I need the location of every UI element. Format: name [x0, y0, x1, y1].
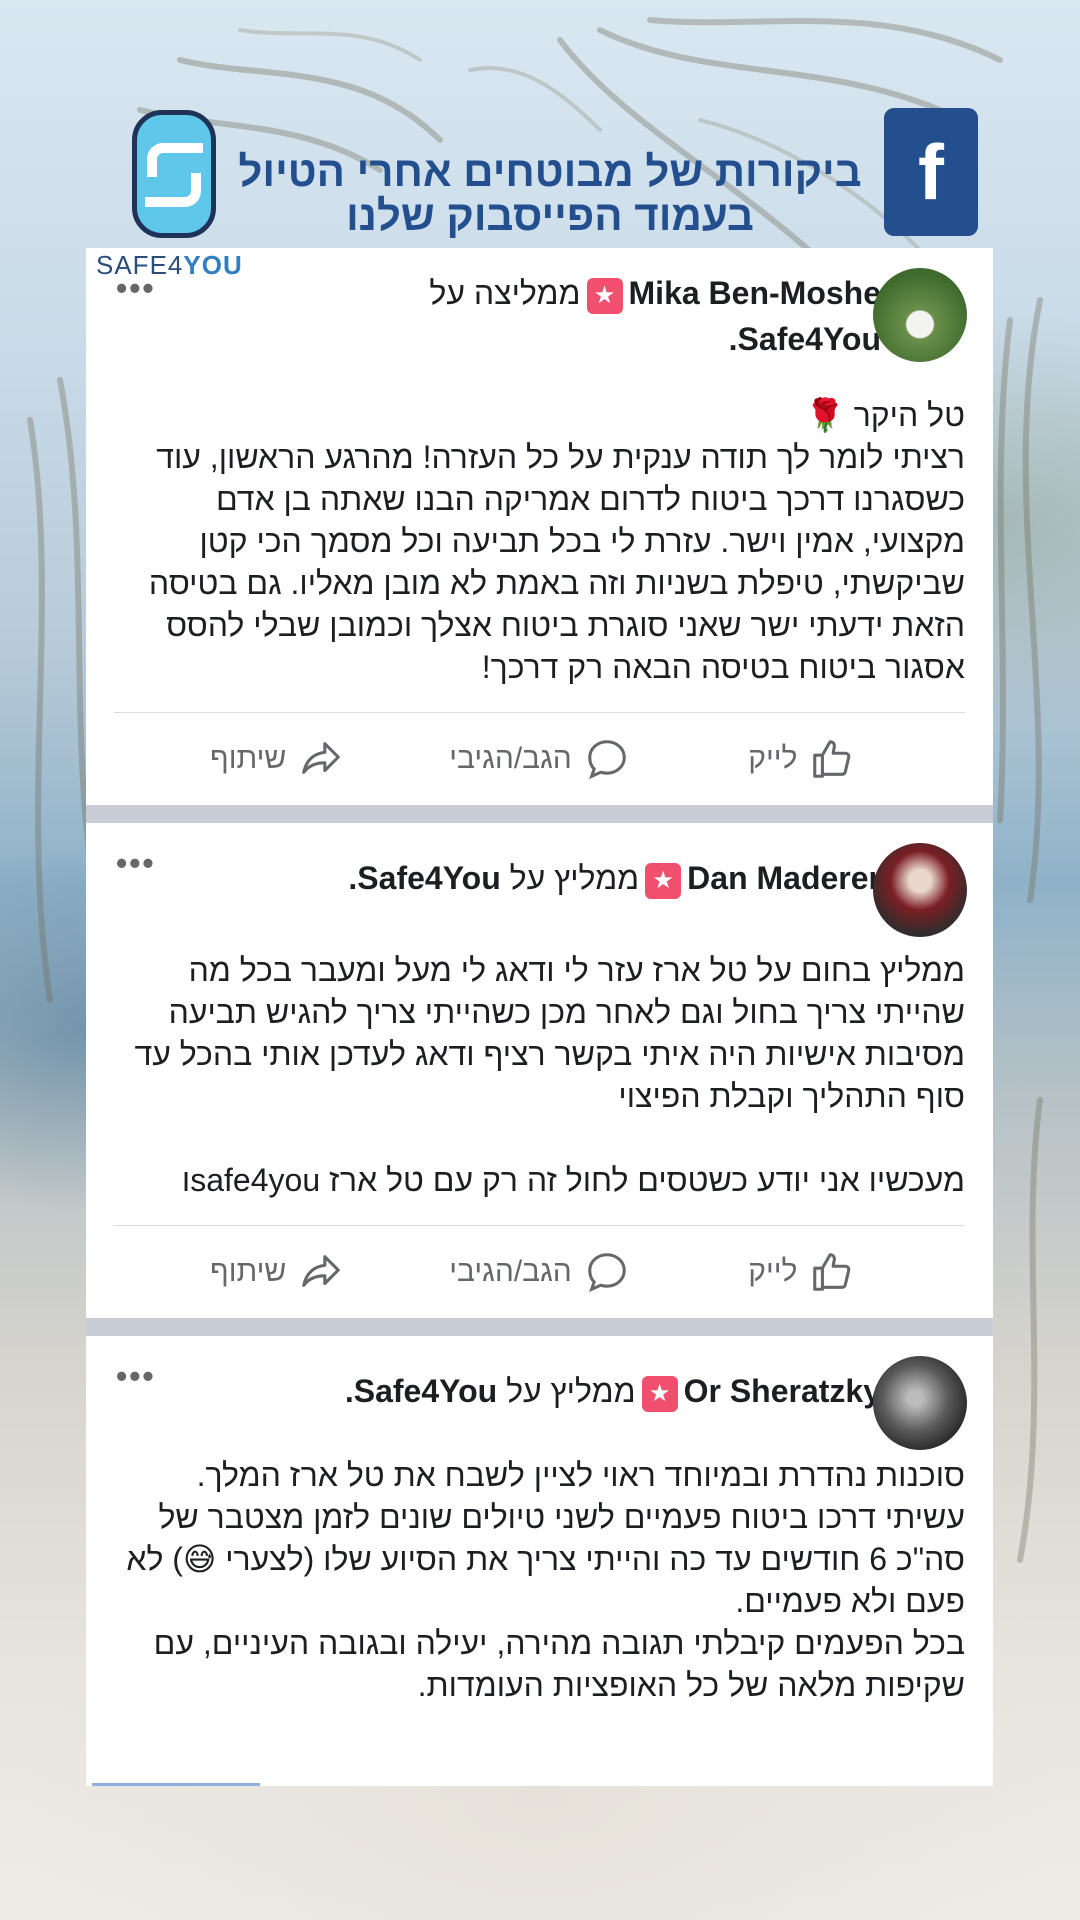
- post-paragraph-spacer: [114, 1117, 965, 1159]
- post-paragraph: סוכנות נהדרת ובמיוחד ראוי לציין לשבח את …: [126, 1457, 965, 1619]
- header-title-line2: בעמוד הפייסבוק שלנו: [346, 192, 754, 239]
- header-title-line1: ביקורות של מבוטחים אחרי הטיול: [238, 148, 862, 195]
- share-label: שיתוף: [210, 742, 287, 775]
- brand-wordmark: SAFE4YOU: [96, 250, 243, 281]
- recommend-star-icon: ★: [586, 277, 623, 314]
- post-author-name[interactable]: Or Sheratzky: [684, 1373, 881, 1409]
- safe4you-logo-icon: [132, 110, 216, 238]
- share-button[interactable]: שיתוף: [146, 736, 408, 782]
- avatar[interactable]: [873, 268, 967, 362]
- post-body: טל היקר 🌹 רציתי לומר לך תודה ענקית על כל…: [86, 388, 993, 712]
- brand-prefix: SAFE4: [96, 250, 184, 280]
- review-post: Mika Ben-Moshe★ממליצה על Safe4You. ••• ט…: [86, 248, 993, 805]
- recommend-star-icon: ★: [641, 1375, 678, 1412]
- post-author-name[interactable]: Dan Maderer: [687, 860, 881, 896]
- more-options-icon[interactable]: •••: [116, 1358, 156, 1395]
- recommend-star-icon: ★: [645, 862, 682, 899]
- post-author-line: Or Sheratzky★ממליץ על Safe4You.: [186, 1358, 881, 1414]
- page-name-link[interactable]: Safe4You.: [345, 1373, 497, 1409]
- share-arrow-icon: [302, 1255, 341, 1287]
- share-label: שיתוף: [210, 1255, 287, 1288]
- like-label: לייק: [748, 1255, 798, 1288]
- scroll-indicator: [92, 1783, 260, 1786]
- post-paragraph: בכל הפעמים קיבלתי תגובה מהירה, יעילה ובג…: [153, 1625, 965, 1703]
- post-paragraph: ממליץ בחום על טל ארז עזר לי ודאג לי מעל …: [134, 952, 965, 1114]
- facebook-icon: f: [884, 108, 978, 236]
- facebook-reviews-feed: Mika Ben-Moshe★ממליצה על Safe4You. ••• ט…: [86, 248, 993, 1786]
- post-paragraph: מעכשיו אני יודע כשטסים לחול זה רק עם טל …: [181, 1162, 965, 1198]
- more-options-icon[interactable]: •••: [116, 845, 156, 882]
- post-author-line: Mika Ben-Moshe★ממליצה על Safe4You.: [186, 270, 881, 362]
- page-name-link[interactable]: Safe4You.: [729, 321, 881, 357]
- post-actions: לייק הגב/הגיבי שיתוף: [86, 1226, 993, 1318]
- avatar[interactable]: [873, 1356, 967, 1450]
- facebook-f-glyph: f: [918, 127, 944, 216]
- post-author-name[interactable]: Mika Ben-Moshe: [629, 275, 881, 311]
- like-button[interactable]: לייק: [671, 1249, 933, 1295]
- share-button[interactable]: שיתוף: [146, 1249, 408, 1295]
- post-paragraph: טל היקר 🌹: [804, 397, 965, 433]
- page-name-link[interactable]: Safe4You.: [348, 860, 500, 896]
- share-arrow-icon: [302, 742, 341, 774]
- post-header: Dan Maderer★ממליץ על Safe4You. •••: [86, 823, 993, 949]
- logo-s-top: [147, 143, 203, 177]
- post-paragraph: רציתי לומר לך תודה ענקית על כל העזרה! מה…: [148, 439, 965, 685]
- post-separator: [86, 805, 993, 823]
- page-header: ביקורות של מבוטחים אחרי הטיול בעמוד הפיי…: [0, 100, 1080, 250]
- comment-bubble-icon: [588, 740, 626, 780]
- post-author-line: Dan Maderer★ממליץ על Safe4You.: [186, 845, 881, 901]
- brand-suffix: YOU: [183, 250, 243, 280]
- recommend-text: ממליץ על: [506, 1373, 636, 1409]
- review-post: Dan Maderer★ממליץ על Safe4You. ••• ממליץ…: [86, 823, 993, 1318]
- comment-label: הגב/הגיבי: [449, 1255, 572, 1288]
- review-post: Or Sheratzky★ממליץ על Safe4You. ••• סוכנ…: [86, 1336, 993, 1706]
- comment-button[interactable]: הגב/הגיבי: [408, 1249, 670, 1295]
- like-label: לייק: [748, 742, 798, 775]
- post-header: Or Sheratzky★ממליץ על Safe4You. •••: [86, 1336, 993, 1454]
- like-button[interactable]: לייק: [671, 736, 933, 782]
- thumbs-up-icon: [813, 740, 851, 778]
- post-separator: [86, 1318, 993, 1336]
- post-body: סוכנות נהדרת ובמיוחד ראוי לציין לשבח את …: [86, 1454, 993, 1706]
- avatar[interactable]: [873, 843, 967, 937]
- recommend-text: ממליץ על: [509, 860, 640, 896]
- comment-button[interactable]: הגב/הגיבי: [408, 736, 670, 782]
- comment-bubble-icon: [588, 1253, 626, 1293]
- post-actions: לייק הגב/הגיבי שיתוף: [86, 713, 993, 805]
- logo-s-bottom: [145, 173, 201, 207]
- post-body: ממליץ בחום על טל ארז עזר לי ודאג לי מעל …: [86, 949, 993, 1225]
- comment-label: הגב/הגיבי: [449, 742, 572, 775]
- header-title: ביקורות של מבוטחים אחרי הטיול בעמוד הפיי…: [225, 150, 875, 238]
- thumbs-up-icon: [813, 1253, 851, 1291]
- recommend-text: ממליצה על: [429, 275, 581, 311]
